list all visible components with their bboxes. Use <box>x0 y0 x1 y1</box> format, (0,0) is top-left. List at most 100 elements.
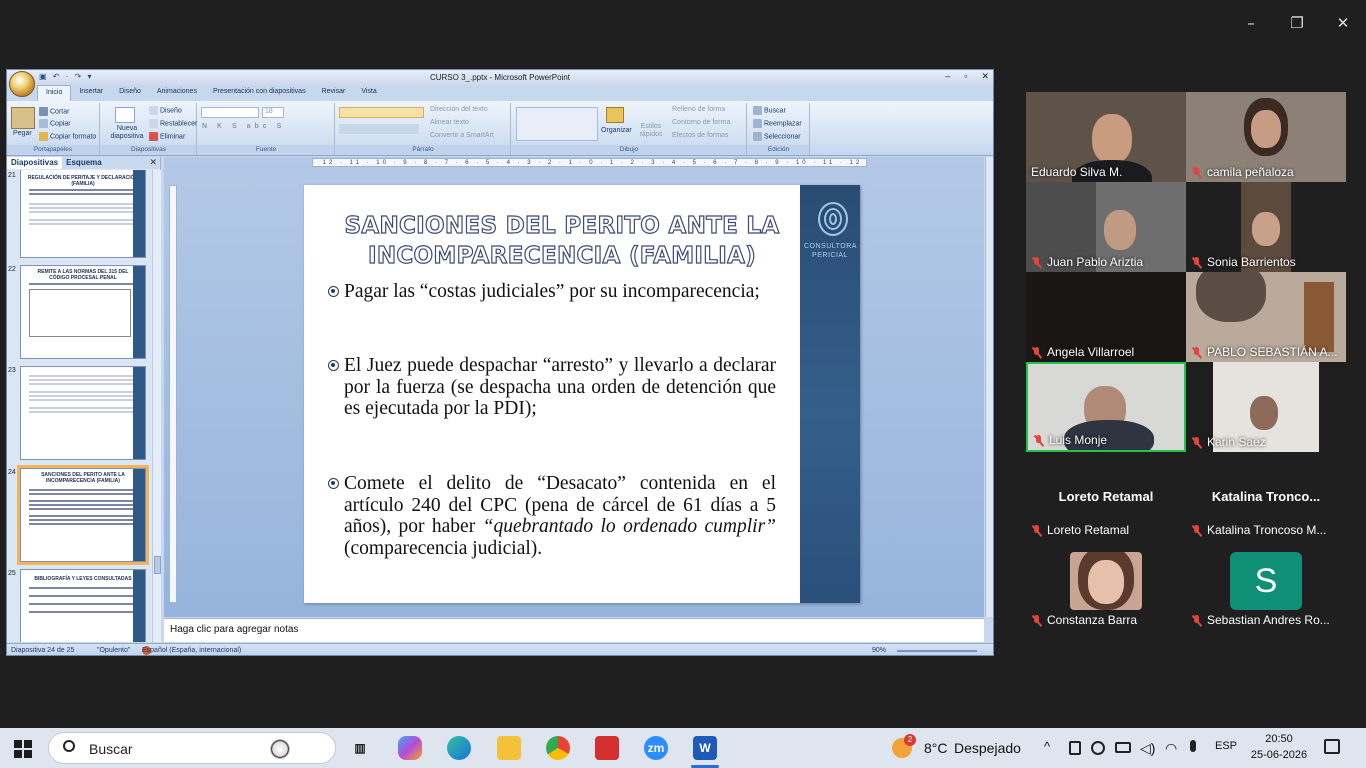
restore-button[interactable]: ❐ <box>1274 8 1320 38</box>
select-button[interactable]: Seleccionar <box>753 132 801 141</box>
new-slide-icon[interactable] <box>115 107 135 123</box>
reset-button[interactable]: Restablecer <box>149 119 197 128</box>
tab-outline[interactable]: Esquema <box>62 157 106 169</box>
paste-button[interactable]: Pegar <box>13 130 32 137</box>
video-tile[interactable]: Sonia Barrientos <box>1186 182 1346 272</box>
chrome-icon[interactable] <box>546 736 570 760</box>
align-buttons[interactable] <box>339 124 419 134</box>
tab-inicio[interactable]: Inicio <box>37 85 72 101</box>
weather-text[interactable]: Despejado <box>954 740 1021 756</box>
clock-date[interactable]: 25-06-2026 <box>1244 749 1314 761</box>
pane-close-icon[interactable]: ✕ <box>149 157 157 168</box>
thumb-text <box>29 391 137 393</box>
file-explorer-icon[interactable] <box>497 736 521 760</box>
font-style-buttons[interactable]: N K S abc S <box>202 123 285 130</box>
ppt-close-button[interactable]: ✕ <box>981 71 989 82</box>
device-icon[interactable] <box>1069 741 1081 755</box>
thumb-strip <box>133 570 145 642</box>
video-tile-active-speaker[interactable]: Luis Monje <box>1026 362 1186 452</box>
shapes-gallery[interactable] <box>516 107 598 141</box>
copy-button[interactable]: Copiar <box>39 119 71 128</box>
tab-animaciones[interactable]: Animaciones <box>149 85 205 101</box>
text-direction-button[interactable]: Dirección del texto <box>430 106 488 113</box>
smartart-button[interactable]: Convertir a SmartArt <box>430 132 494 139</box>
editor-scrollbar[interactable] <box>985 157 993 617</box>
slide-thumbnail-24[interactable]: SANCIONES DEL PERITO ANTE LA INCOMPARECE… <box>17 465 149 565</box>
tab-insertar[interactable]: Insertar <box>71 85 111 101</box>
zoom-app-icon[interactable]: zm <box>644 736 668 760</box>
tab-diseno[interactable]: Diseño <box>111 85 149 101</box>
video-tile[interactable]: Karin Saez <box>1186 362 1346 452</box>
slide-title[interactable]: SANCIONES DEL PERITO ANTE LA INCOMPARECE… <box>332 211 792 271</box>
video-tile[interactable]: Angela Villarroel <box>1026 272 1186 362</box>
font-size-select[interactable]: 18 <box>262 107 284 118</box>
slide-bullet-3[interactable]: Comete el delito de “Desacato” contenida… <box>328 473 776 559</box>
close-button[interactable]: ✕ <box>1320 8 1366 38</box>
cut-button[interactable]: Cortar <box>39 107 69 116</box>
thumb-text <box>29 399 137 401</box>
shape-effects-button[interactable]: Efectos de formas <box>672 132 728 139</box>
quick-styles-button[interactable]: Estilos rápidos <box>638 123 664 139</box>
word-icon[interactable]: W <box>693 736 717 760</box>
new-slide-button[interactable]: Nueva diapositiva <box>107 125 147 141</box>
input-language[interactable]: ESP <box>1215 740 1237 752</box>
ppt-minimize-button[interactable]: – <box>945 71 950 82</box>
task-view-icon[interactable]: ▥ <box>348 736 372 760</box>
vpn-icon[interactable] <box>1091 741 1105 755</box>
replace-button[interactable]: Reemplazar <box>753 119 802 128</box>
video-tile[interactable]: Juan Pablo Ariztia <box>1026 182 1186 272</box>
thumbnail-scrollbar[interactable] <box>152 170 161 642</box>
shape-fill-button[interactable]: Relleno de forma <box>672 106 725 113</box>
tab-slides[interactable]: Diapositivas <box>7 157 63 169</box>
slide-thumbnail-23[interactable] <box>20 366 146 460</box>
windows-start-icon[interactable] <box>14 740 32 758</box>
font-family-select[interactable] <box>201 107 259 118</box>
acrobat-icon[interactable] <box>595 736 619 760</box>
find-button[interactable]: Buscar <box>753 106 786 115</box>
layout-button[interactable]: Diseño <box>149 106 182 115</box>
participant-video <box>1250 396 1278 430</box>
zoom-slider[interactable] <box>897 650 977 652</box>
notes-pane[interactable]: Haga clic para agregar notas <box>164 618 984 642</box>
office-button[interactable] <box>9 71 35 97</box>
paste-icon[interactable] <box>11 107 35 129</box>
edge-icon[interactable] <box>447 736 471 760</box>
slide-editor: · 12 · 11 · 10 · 9 · 8 · 7 · 6 · 5 · 4 ·… <box>164 157 984 617</box>
delete-slide-button[interactable]: Eliminar <box>149 132 185 141</box>
tab-presentacion[interactable]: Presentación con diapositivas <box>205 85 314 101</box>
horizontal-ruler: · 12 · 11 · 10 · 9 · 8 · 7 · 6 · 5 · 4 ·… <box>312 158 867 167</box>
network-adapter-icon[interactable] <box>1115 742 1131 753</box>
ppt-restore-button[interactable]: ▫ <box>964 71 967 82</box>
arrange-button[interactable]: Organizar <box>601 127 632 134</box>
slide-bullet-2[interactable]: El Juez puede despachar “arresto” y llev… <box>328 355 776 420</box>
copilot-icon[interactable] <box>398 736 422 760</box>
arrange-icon[interactable] <box>606 107 624 123</box>
taskbar-search[interactable]: Buscar <box>48 732 336 764</box>
tab-vista[interactable]: Vista <box>353 85 384 101</box>
notifications-icon[interactable] <box>1324 739 1340 754</box>
weather-temp[interactable]: 8°C <box>924 740 948 756</box>
quick-access-toolbar[interactable]: ▣ ↶ · ↷ ▾ <box>39 72 94 81</box>
participant-name-text: Eduardo Silva M. <box>1031 165 1123 179</box>
scroll-thumb[interactable] <box>154 556 161 574</box>
slide-thumbnail-25[interactable]: BIBLIOGRAFÍA Y LEYES CONSULTADAS <box>20 569 146 642</box>
weather-badge: 2 <box>904 734 916 746</box>
video-tile[interactable]: camila peñaloza <box>1186 92 1346 182</box>
shape-outline-button[interactable]: Contorno de forma <box>672 119 730 126</box>
slide-thumbnail-21[interactable]: REGULACIÓN DE PERITAJE Y DECLARACIÓN (FA… <box>20 170 146 258</box>
slide-bullet-1[interactable]: Pagar las “costas judiciales” por su inc… <box>328 281 776 303</box>
delete-icon <box>149 132 158 141</box>
tab-revisar[interactable]: Revisar <box>314 85 354 101</box>
clock-time[interactable]: 20:50 <box>1252 733 1306 745</box>
microphone-icon[interactable] <box>1190 740 1196 752</box>
align-text-button[interactable]: Alinear texto <box>430 119 469 126</box>
tray-overflow-icon[interactable]: ^ <box>1044 739 1050 754</box>
format-painter-button[interactable]: Copiar formato <box>39 132 96 141</box>
video-tile[interactable]: Eduardo Silva M. <box>1026 92 1186 182</box>
speaker-icon[interactable]: ◁) <box>1140 740 1155 757</box>
video-tile[interactable]: PABLO SEBASTIÁN A... <box>1186 272 1346 362</box>
slide-thumbnail-22[interactable]: REMITE A LAS NORMAS DEL 315 DEL CÓDIGO P… <box>20 265 146 359</box>
minimize-button[interactable]: – <box>1228 8 1274 38</box>
wifi-icon[interactable]: ◠ <box>1165 740 1177 757</box>
bullets-button[interactable] <box>339 107 424 118</box>
